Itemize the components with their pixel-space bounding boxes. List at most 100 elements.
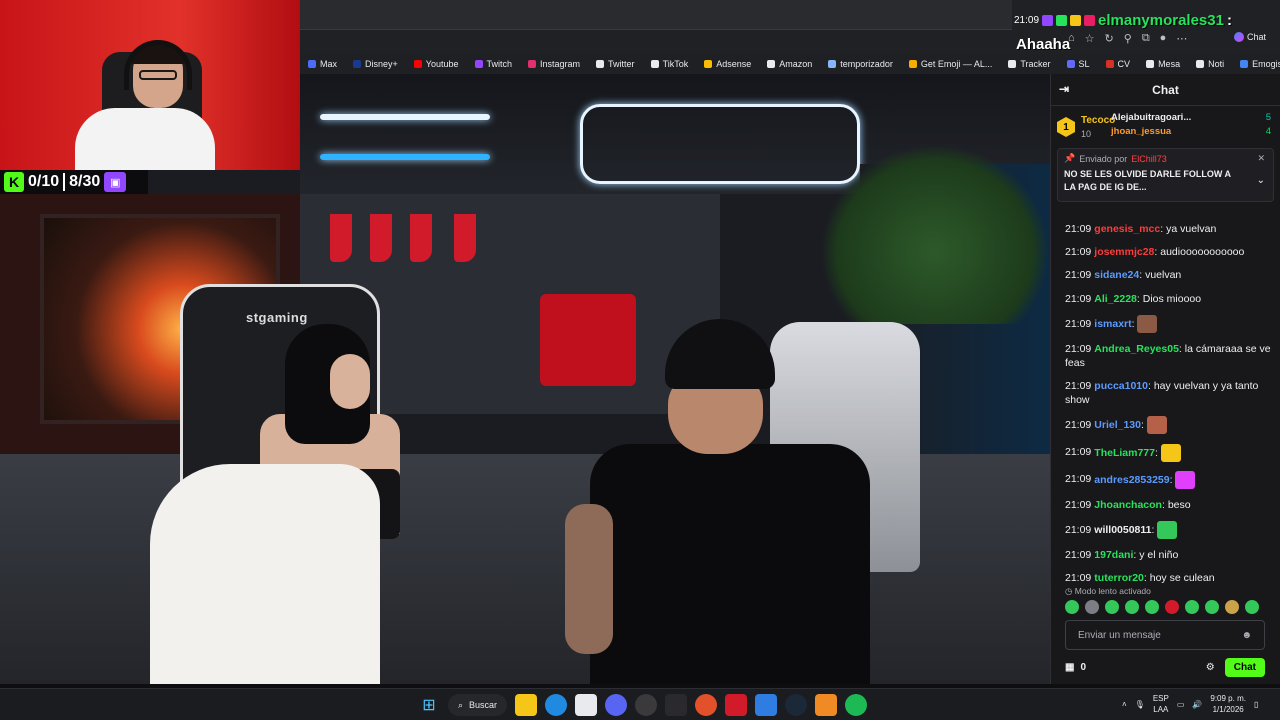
bookmark-item[interactable]: Adsense — [696, 54, 759, 74]
message-username[interactable]: sidane24 — [1094, 269, 1139, 281]
message-username[interactable]: josemmjc28 — [1094, 246, 1154, 258]
bookmark-item[interactable]: Mesa — [1138, 54, 1188, 74]
chat-message[interactable]: 21:09 197dani: y el niño — [1065, 548, 1271, 562]
send-chat-button[interactable]: Chat — [1224, 657, 1265, 677]
chat-message[interactable]: 21:09 sidane24: vuelvan — [1065, 268, 1271, 282]
settings-gear-icon[interactable]: ⚙ — [1206, 662, 1215, 673]
windows-start-icon[interactable]: ⊞ — [418, 694, 440, 716]
bookmark-item[interactable]: Instagram — [520, 54, 588, 74]
chevron-up-icon[interactable]: ˄ — [1122, 700, 1127, 709]
quick-emote-icon[interactable] — [1125, 600, 1139, 614]
bookmark-item[interactable]: temporizador — [820, 54, 901, 74]
bookmark-item[interactable]: Twitter — [588, 54, 643, 74]
app-icon[interactable] — [815, 694, 838, 716]
obs-icon[interactable] — [635, 694, 658, 716]
chat-message[interactable]: 21:09 Ali_2228: Dios mioooo — [1065, 292, 1271, 306]
neon-ceiling-light — [580, 104, 860, 184]
message-username[interactable]: will0050811 — [1094, 524, 1151, 536]
file-explorer-icon[interactable] — [515, 694, 538, 716]
message-username[interactable]: genesis_mcc — [1094, 223, 1160, 235]
quick-emote-icon[interactable] — [1105, 600, 1119, 614]
chat-message[interactable]: 21:09 ismaxrt: — [1065, 314, 1271, 333]
steam-icon[interactable] — [785, 694, 808, 716]
edge-icon[interactable] — [545, 694, 568, 716]
chat-message[interactable]: 21:09 tuterror20: hoy se culean — [1065, 571, 1271, 584]
profile-icon[interactable]: ● — [1160, 32, 1167, 45]
bookmark-item[interactable]: Twitch — [467, 54, 521, 74]
discord-icon[interactable] — [605, 694, 628, 716]
network-icon[interactable]: ▭ — [1177, 700, 1185, 709]
bookmark-item[interactable]: CV — [1098, 54, 1139, 74]
message-username[interactable]: Uriel_130 — [1094, 419, 1141, 431]
quick-emote-icon[interactable] — [1065, 600, 1079, 614]
refresh-icon[interactable]: ↻ — [1105, 32, 1114, 45]
chat-message[interactable]: 21:09 will0050811: — [1065, 521, 1271, 540]
bookmark-item[interactable]: Youtube — [406, 54, 467, 74]
message-username[interactable]: Ali_2228 — [1094, 293, 1137, 305]
chat-message[interactable]: 21:09 genesis_mcc: ya vuelvan — [1065, 222, 1271, 236]
message-username[interactable]: Jhoanchacon — [1094, 499, 1162, 511]
bookmark-item[interactable]: SL — [1059, 54, 1098, 74]
chat-messages[interactable]: 21:09 genesis_mcc: ya vuelvan 21:09 josemmj… — [1051, 222, 1280, 584]
extensions-icon[interactable]: ⚲ — [1124, 32, 1132, 45]
message-time: 21:09 — [1065, 292, 1092, 305]
bookmark-item[interactable]: Tracker — [1000, 54, 1058, 74]
volume-icon[interactable]: 🔊 — [1192, 700, 1202, 709]
notification-icon[interactable]: ▯ — [1254, 700, 1258, 709]
app-icon[interactable] — [575, 694, 598, 716]
quick-emote-icon[interactable] — [1225, 600, 1239, 614]
bookmark-item[interactable]: Amazon — [759, 54, 820, 74]
message-username[interactable]: TheLiam777 — [1094, 446, 1155, 458]
bookmark-item[interactable]: Max — [300, 54, 345, 74]
chat-message[interactable]: 21:09 josemmjc28: audiooooooooooo — [1065, 245, 1271, 259]
browser-tab-strip[interactable] — [300, 0, 1012, 30]
bookmark-item[interactable]: Emogis — [1232, 54, 1280, 74]
message-username[interactable]: andres2853259 — [1094, 473, 1169, 485]
message-username[interactable]: tuterror20 — [1094, 572, 1144, 584]
quick-emote-icon[interactable] — [1185, 600, 1199, 614]
language-indicator[interactable]: ESP LAA — [1153, 693, 1169, 715]
chat-input[interactable]: Enviar un mensaje ☻ — [1065, 620, 1265, 650]
collapse-chat-icon[interactable]: ⇥ — [1059, 83, 1071, 95]
app-icon[interactable] — [755, 694, 778, 716]
chat-message[interactable]: 21:09 Andrea_Reyes05: la cámaraaa se ve f… — [1065, 342, 1271, 370]
puzzle-icon[interactable]: ⧉ — [1142, 32, 1150, 45]
star-icon[interactable]: ☆ — [1085, 32, 1095, 45]
leaderboard-row[interactable]: Alejabuitragoari... 5 — [1111, 112, 1271, 123]
quick-emote-icon[interactable] — [1085, 600, 1099, 614]
emote-icon — [1160, 443, 1181, 462]
quick-emote-icon[interactable] — [1145, 600, 1159, 614]
chat-message[interactable]: 21:09 pucca1010: hay vuelvan y ya tanto s… — [1065, 379, 1271, 407]
leaderboard-row[interactable]: jhoan_jessua 4 — [1111, 126, 1271, 137]
quick-emote-icon[interactable] — [1165, 600, 1179, 614]
more-icon[interactable]: ⋯ — [1176, 32, 1187, 45]
message-username[interactable]: ismaxrt — [1094, 318, 1131, 330]
message-username[interactable]: 197dani — [1094, 549, 1133, 561]
chat-message[interactable]: 21:09 TheLiam777: — [1065, 443, 1271, 462]
bookmark-item[interactable]: Noti — [1188, 54, 1232, 74]
quick-emote-icon[interactable] — [1205, 600, 1219, 614]
channel-points[interactable]: ▦ 0 — [1065, 662, 1086, 673]
microphone-icon[interactable]: 🎙 — [1135, 700, 1145, 709]
bookmark-item[interactable]: Disney+ — [345, 54, 406, 74]
bookmark-item[interactable]: Get Emoji — AL... — [901, 54, 1001, 74]
app-icon[interactable] — [695, 694, 718, 716]
chat-message[interactable]: 21:09 andres2853259: — [1065, 470, 1271, 489]
taskbar-search[interactable]: ⌕ Buscar — [448, 694, 508, 716]
unpin-icon[interactable]: ✕ — [1257, 153, 1265, 164]
quick-emote-icon[interactable] — [1245, 600, 1259, 614]
chevron-down-icon[interactable]: ⌄ — [1257, 175, 1265, 186]
chat-message[interactable]: 21:09 Uriel_130: — [1065, 416, 1271, 435]
chat-message[interactable]: 21:09 Jhoanchacon: beso — [1065, 498, 1271, 512]
emote-icon — [1175, 470, 1196, 489]
app-icon[interactable] — [725, 694, 748, 716]
message-username[interactable]: Andrea_Reyes05 — [1094, 343, 1179, 355]
bookmark-item[interactable]: TikTok — [643, 54, 697, 74]
system-clock[interactable]: 9:09 p. m. 1/1/2026 — [1210, 693, 1246, 715]
spotify-icon[interactable] — [845, 694, 868, 716]
pinned-message[interactable]: 📌 Enviado por ElChill73 NO SE LES OLVIDE… — [1057, 148, 1274, 202]
message-username[interactable]: pucca1010 — [1094, 380, 1148, 392]
emoji-icon[interactable]: ☻ — [1241, 630, 1252, 641]
copilot-chat-tab[interactable]: Chat — [1234, 32, 1266, 42]
epic-games-icon[interactable] — [665, 694, 688, 716]
